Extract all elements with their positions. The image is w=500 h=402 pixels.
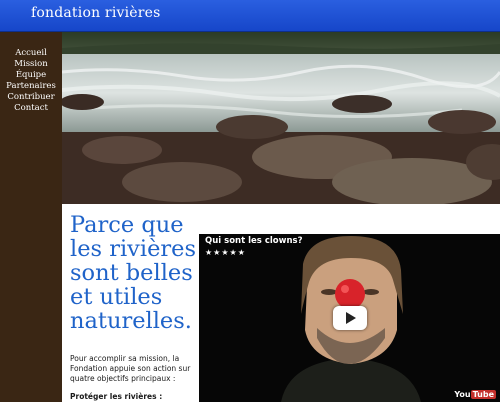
youtube-logo-tube: Tube: [470, 390, 496, 399]
nav-item-contribuer[interactable]: Contribuer: [0, 92, 62, 103]
sidebar: Accueil Mission Équipe Partenaires Contr…: [0, 32, 62, 402]
nav-item-partenaires[interactable]: Partenaires: [0, 81, 62, 92]
page-headline: Parce que les rivières sont belles et ut…: [70, 212, 197, 334]
clown-nose: [335, 279, 365, 309]
youtube-logo[interactable]: You Tube: [454, 390, 496, 399]
site-header: fondation rivières: [0, 0, 500, 32]
section-subhead: Protéger les rivières :: [70, 392, 163, 401]
river-photo: [62, 32, 500, 204]
star-rating-icon: ★★★★★: [205, 248, 246, 257]
youtube-logo-you: You: [454, 390, 471, 399]
hero-river-image: [62, 32, 500, 204]
nav-item-contact[interactable]: Contact: [0, 103, 62, 114]
intro-paragraph: Pour accomplir sa mission, la Fondation …: [70, 354, 191, 383]
play-button[interactable]: [333, 306, 367, 330]
nav-item-accueil[interactable]: Accueil: [0, 48, 62, 59]
sidebar-nav: Accueil Mission Équipe Partenaires Contr…: [0, 32, 62, 114]
nav-item-equipe[interactable]: Équipe: [0, 70, 62, 81]
nav-item-mission[interactable]: Mission: [0, 59, 62, 70]
site-title[interactable]: fondation rivières: [31, 5, 161, 21]
video-player[interactable]: Qui sont les clowns? ★★★★★ You Tube: [199, 234, 500, 402]
play-icon: [346, 312, 356, 324]
video-title[interactable]: Qui sont les clowns?: [205, 236, 303, 246]
page: fondation rivières Accueil Mission Équip…: [0, 0, 500, 402]
